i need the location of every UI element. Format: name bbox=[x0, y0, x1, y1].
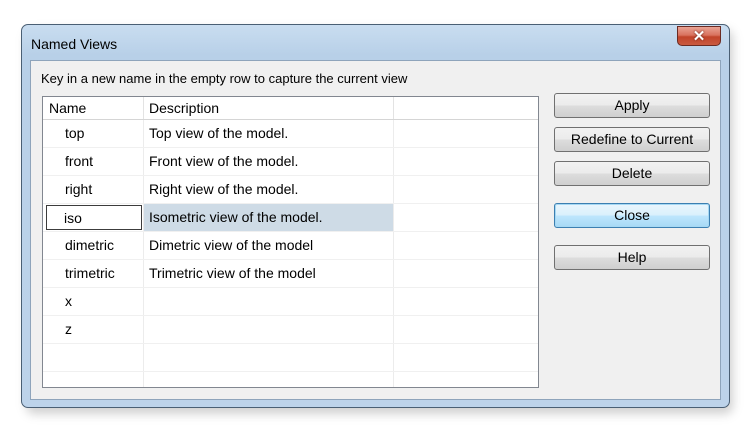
close-button[interactable]: Close bbox=[554, 203, 710, 228]
table-row[interactable]: top Top view of the model. bbox=[43, 120, 538, 148]
views-grid[interactable]: Name Description top Top view of the mod… bbox=[42, 96, 539, 388]
view-description-cell[interactable]: Front view of the model. bbox=[144, 148, 394, 175]
view-description-cell[interactable] bbox=[144, 316, 394, 343]
view-description-cell[interactable]: Dimetric view of the model bbox=[144, 232, 394, 259]
dialog-client-area: Key in a new name in the empty row to ca… bbox=[30, 60, 721, 400]
table-row[interactable]: right Right view of the model. bbox=[43, 176, 538, 204]
view-name-cell[interactable]: front bbox=[43, 148, 144, 175]
filler-cell bbox=[394, 372, 538, 387]
view-name-edit-field[interactable] bbox=[46, 205, 142, 230]
row-extra-cell bbox=[394, 148, 538, 175]
table-row-selected[interactable]: Isometric view of the model. bbox=[43, 204, 538, 232]
redefine-to-current-button[interactable]: Redefine to Current bbox=[554, 127, 710, 152]
table-row[interactable]: dimetric Dimetric view of the model bbox=[43, 232, 538, 260]
column-header-extra[interactable] bbox=[394, 97, 538, 119]
table-row[interactable]: z bbox=[43, 316, 538, 344]
row-extra-cell bbox=[394, 316, 538, 343]
view-description-cell[interactable] bbox=[144, 344, 394, 371]
view-description-cell[interactable]: Top view of the model. bbox=[144, 120, 394, 147]
view-name-cell-editing[interactable] bbox=[43, 204, 144, 231]
column-header-description[interactable]: Description bbox=[144, 97, 394, 119]
view-name-cell[interactable]: dimetric bbox=[43, 232, 144, 259]
column-header-name[interactable]: Name bbox=[43, 97, 144, 119]
table-row[interactable]: front Front view of the model. bbox=[43, 148, 538, 176]
view-name-cell[interactable]: top bbox=[43, 120, 144, 147]
filler-cell bbox=[144, 372, 394, 387]
grid-header: Name Description bbox=[43, 97, 538, 120]
row-extra-cell bbox=[394, 344, 538, 371]
view-name-cell[interactable]: x bbox=[43, 288, 144, 315]
delete-button[interactable]: Delete bbox=[554, 161, 710, 186]
instruction-text: Key in a new name in the empty row to ca… bbox=[41, 71, 408, 86]
table-row-filler bbox=[43, 372, 538, 387]
row-extra-cell bbox=[394, 260, 538, 287]
view-name-cell[interactable]: trimetric bbox=[43, 260, 144, 287]
close-icon: ✕ bbox=[692, 27, 706, 45]
row-extra-cell bbox=[394, 120, 538, 147]
filler-cell bbox=[43, 372, 144, 387]
help-button[interactable]: Help bbox=[554, 245, 710, 270]
view-description-cell[interactable]: Isometric view of the model. bbox=[144, 204, 394, 231]
row-extra-cell bbox=[394, 232, 538, 259]
row-extra-cell bbox=[394, 176, 538, 203]
view-name-cell[interactable]: right bbox=[43, 176, 144, 203]
table-row[interactable]: trimetric Trimetric view of the model bbox=[43, 260, 538, 288]
new-view-name-cell[interactable] bbox=[43, 344, 144, 371]
row-extra-cell bbox=[394, 204, 538, 231]
table-row-empty[interactable] bbox=[43, 344, 538, 372]
dialog-title: Named Views bbox=[31, 36, 118, 52]
table-row[interactable]: x bbox=[43, 288, 538, 316]
view-description-cell[interactable]: Right view of the model. bbox=[144, 176, 394, 203]
apply-button[interactable]: Apply bbox=[554, 93, 710, 118]
view-name-cell[interactable]: z bbox=[43, 316, 144, 343]
view-description-cell[interactable]: Trimetric view of the model bbox=[144, 260, 394, 287]
close-window-button[interactable]: ✕ bbox=[677, 26, 721, 46]
view-description-cell[interactable] bbox=[144, 288, 394, 315]
named-views-dialog: Named Views ✕ Key in a new name in the e… bbox=[21, 24, 730, 408]
row-extra-cell bbox=[394, 288, 538, 315]
